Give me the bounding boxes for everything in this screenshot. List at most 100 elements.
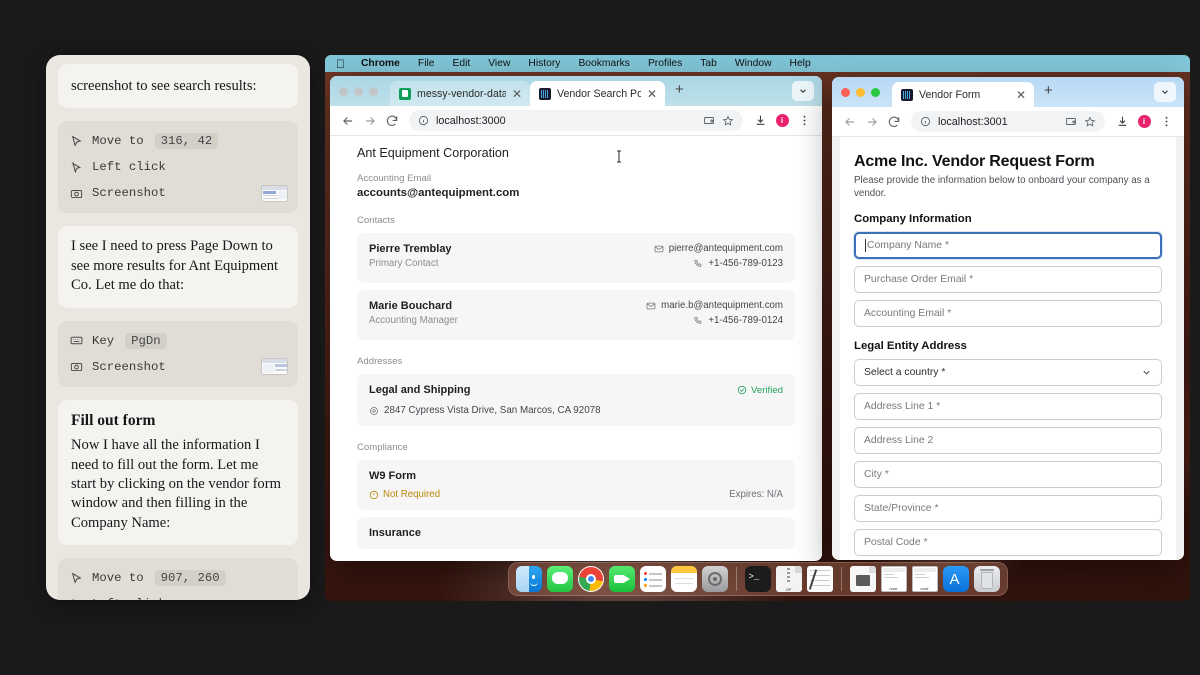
reminders-icon[interactable] [639,566,666,592]
company-name-input[interactable]: Company Name * [854,232,1162,260]
profile-avatar[interactable]: i [1133,111,1155,133]
action-row[interactable]: Move to 316, 42 [69,128,287,154]
messages-icon[interactable] [546,566,573,592]
chrome-icon[interactable] [577,566,604,592]
action-label: Left click [92,160,166,175]
action-row[interactable]: Left click [69,591,287,600]
close-window-button[interactable] [841,87,850,97]
addresses-section-label: Addresses [357,356,403,367]
window-controls[interactable] [841,77,892,107]
apple-logo-icon[interactable]:  [333,57,352,71]
screenshot-thumbnail[interactable] [261,358,288,376]
agent-action-group: Key PgDn Screenshot [58,320,298,387]
vendor-form-page: Acme Inc. Vendor Request Form Please pro… [832,137,1184,559]
state-province-input[interactable]: State/Province * [854,495,1162,523]
action-row[interactable]: Screenshot [69,354,288,380]
location-pin-icon [369,406,379,416]
purchase-order-email-input[interactable]: Purchase Order Email * [854,266,1162,294]
reload-icon[interactable] [883,111,905,133]
bookmark-star-icon[interactable] [722,114,734,127]
window-controls[interactable] [339,76,390,106]
agent-message: Fill out form Now I have all the informa… [58,399,298,546]
contact-name: Marie Bouchard [369,300,453,312]
action-arg: 316, 42 [154,133,219,150]
country-select[interactable]: Select a country * [854,359,1162,387]
tab-title: messy-vendor-data - Google [417,87,506,100]
new-tab-button[interactable]: + [1034,82,1063,103]
close-tab-icon[interactable]: ✕ [1016,88,1026,102]
tab-vendor-form[interactable]: Vendor Form ✕ [892,82,1034,107]
cast-icon[interactable] [703,115,715,127]
status-badge: Verified [737,385,783,396]
screenshot-thumbnail[interactable] [261,184,288,202]
address-line-1-input[interactable]: Address Line 1 * [854,393,1162,421]
menu-item-window[interactable]: Window [726,55,781,72]
city-input[interactable]: City * [854,461,1162,489]
tab-messy-vendor-data[interactable]: messy-vendor-data - Google ✕ [390,81,530,106]
address-line-2-input[interactable]: Address Line 2 [854,427,1162,455]
contact-role: Accounting Manager [369,315,458,326]
notes-icon[interactable] [670,566,697,592]
menu-item-profiles[interactable]: Profiles [639,55,691,72]
tab-list-chevron-icon[interactable] [1154,82,1176,102]
address-bar[interactable]: localhost:3000 [409,110,743,131]
download-icon[interactable] [749,110,771,132]
action-row[interactable]: Move to 907, 260 [69,565,287,591]
maximize-window-button[interactable] [369,86,378,96]
forward-arrow-icon[interactable] [861,111,883,133]
maximize-window-button[interactable] [871,87,880,97]
menu-item-file[interactable]: File [409,55,444,72]
new-tab-button[interactable]: + [665,81,694,102]
node-window-icon[interactable]: node [880,566,907,592]
forward-arrow-icon[interactable] [359,110,381,132]
document-icon[interactable] [849,566,876,592]
action-row[interactable]: Left click [69,154,287,180]
menu-item-history[interactable]: History [519,55,569,72]
close-tab-icon[interactable]: ✕ [647,87,657,101]
field-placeholder: Purchase Order Email * [864,274,974,286]
menu-item-view[interactable]: View [479,55,519,72]
compliance-status: Not Required [369,489,440,500]
kebab-menu-icon[interactable] [1155,111,1177,133]
postal-code-input[interactable]: Postal Code * [854,529,1162,557]
reload-icon[interactable] [381,110,403,132]
finder-icon[interactable] [515,566,542,592]
terminal-icon[interactable]: >_ [744,566,771,592]
compliance-section-label: Compliance [357,442,408,453]
bookmark-star-icon[interactable] [1084,115,1096,128]
info-circle-icon[interactable] [920,116,931,127]
action-label: Screenshot [92,186,166,201]
textedit-icon[interactable] [806,566,833,592]
tab-vendor-search-portal[interactable]: Vendor Search Portal ✕ [530,81,665,106]
app-store-icon[interactable]: A [942,566,969,592]
node-window-icon[interactable]: node [911,566,938,592]
menu-item-edit[interactable]: Edit [444,55,480,72]
close-window-button[interactable] [339,86,348,96]
info-circle-icon[interactable] [418,115,429,126]
cast-icon[interactable] [1065,116,1077,128]
profile-avatar[interactable]: i [771,110,793,132]
facetime-icon[interactable] [608,566,635,592]
close-tab-icon[interactable]: ✕ [512,87,522,101]
menu-item-chrome[interactable]: Chrome [352,55,409,72]
menu-item-bookmarks[interactable]: Bookmarks [569,55,639,72]
kebab-menu-icon[interactable] [793,110,815,132]
address-bar[interactable]: localhost:3001 [911,111,1105,132]
action-row[interactable]: Screenshot [69,180,288,206]
browser-window-vendor-portal[interactable]: messy-vendor-data - Google ✕ Vendor Sear… [330,76,822,561]
browser-window-vendor-form[interactable]: Vendor Form ✕ + localhost:3001 i Acme In… [832,77,1184,560]
minimize-window-button[interactable] [354,86,363,96]
minimize-window-button[interactable] [856,87,865,97]
action-row[interactable]: Key PgDn [69,328,287,354]
menu-item-tab[interactable]: Tab [691,55,726,72]
menu-item-help[interactable]: Help [781,55,820,72]
accounting-email-input[interactable]: Accounting Email * [854,300,1162,328]
contact-email: pierre@antequipment.com [668,243,783,254]
download-icon[interactable] [1111,111,1133,133]
zip-file-icon[interactable]: ZIP [775,566,802,592]
back-arrow-icon[interactable] [337,110,359,132]
settings-icon[interactable] [701,566,728,592]
back-arrow-icon[interactable] [839,111,861,133]
tab-list-chevron-icon[interactable] [792,81,814,101]
trash-icon[interactable] [973,566,1000,592]
